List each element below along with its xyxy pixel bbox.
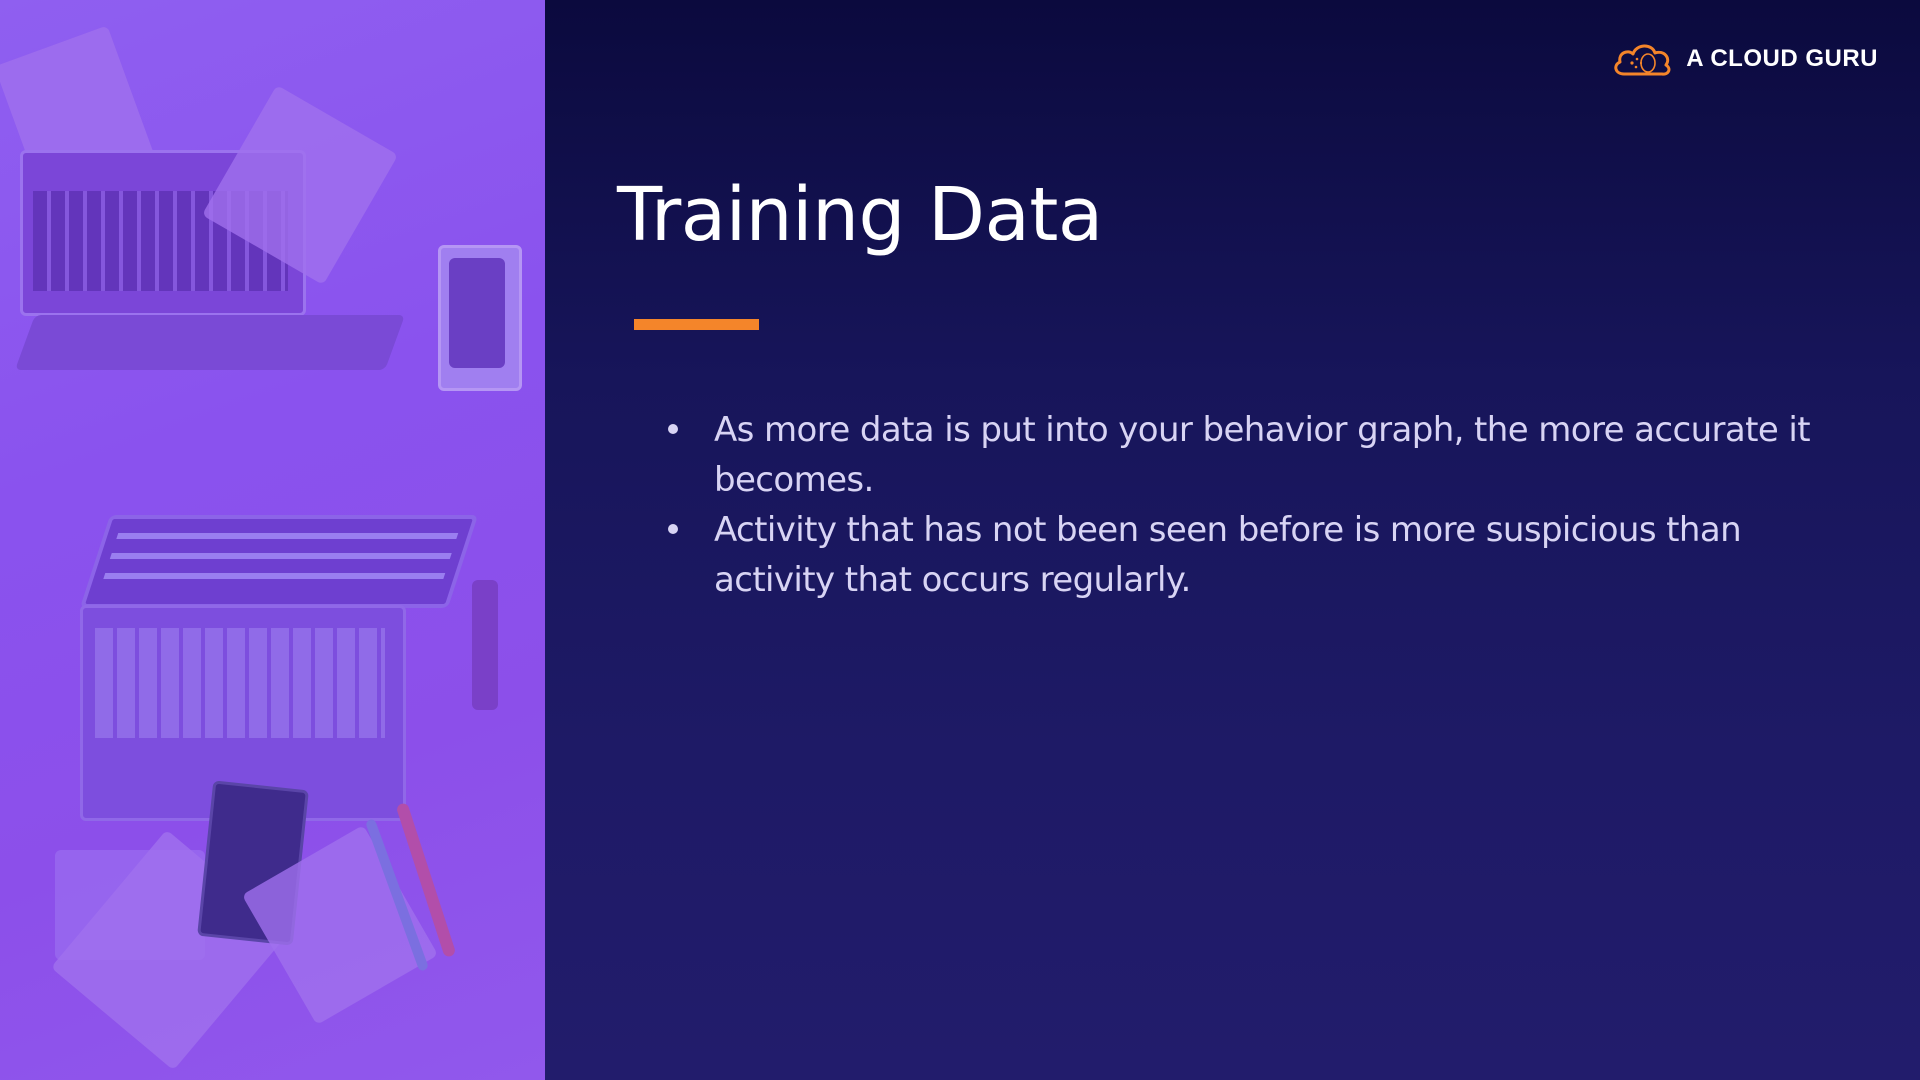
phone bbox=[438, 245, 522, 391]
bullet-list: As more data is put into your behavior g… bbox=[668, 405, 1848, 605]
marker bbox=[472, 580, 498, 710]
slide: A CLOUD GURU Training Data As more data … bbox=[0, 0, 1920, 1080]
logo-text: A CLOUD GURU bbox=[1686, 45, 1878, 72]
workspace-photo bbox=[0, 0, 545, 1080]
brand-logo: A CLOUD GURU bbox=[1610, 38, 1878, 80]
cloud-icon bbox=[1614, 44, 1671, 76]
bullet-text: Activity that has not been seen before i… bbox=[714, 510, 1742, 600]
bullet-item: As more data is put into your behavior g… bbox=[668, 405, 1848, 505]
laptop-screen bbox=[79, 515, 479, 608]
bullet-text: As more data is put into your behavior g… bbox=[714, 410, 1811, 500]
bullet-item: Activity that has not been seen before i… bbox=[668, 505, 1848, 605]
laptop-screen bbox=[14, 315, 406, 370]
slide-title: Training Data bbox=[617, 172, 1103, 258]
bullet-dot-icon bbox=[668, 524, 678, 534]
bullet-dot-icon bbox=[668, 424, 678, 434]
title-accent-bar bbox=[634, 319, 759, 330]
